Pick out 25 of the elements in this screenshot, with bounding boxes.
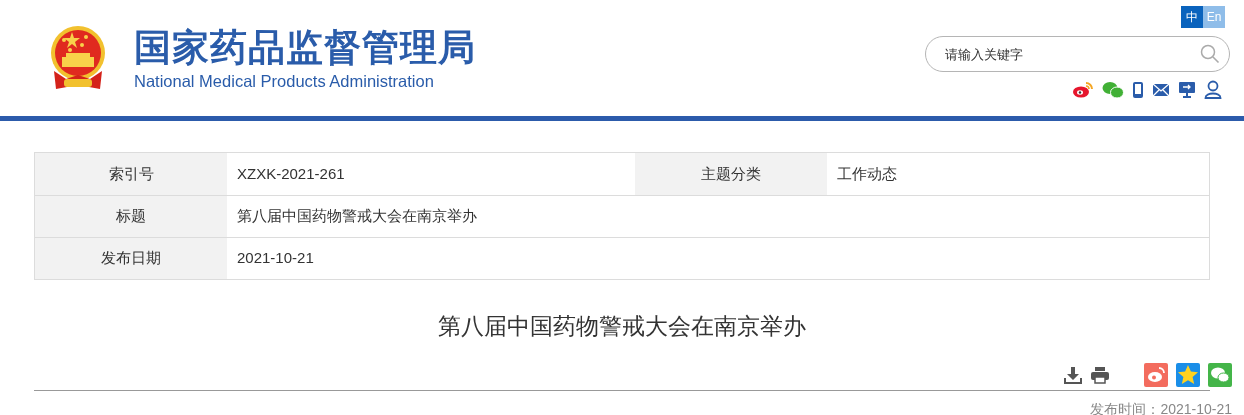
field-label: 标题: [35, 196, 227, 237]
article-title: 第八届中国药物警戒大会在南京举办: [437, 312, 807, 341]
site-subtitle: National Medical Products Administration: [134, 71, 435, 92]
field-value: 2021-10-21: [236, 248, 315, 269]
wechat-share-icon[interactable]: [1208, 363, 1232, 387]
field-value: XZXK-2021-261: [236, 163, 346, 184]
weibo-share-icon[interactable]: [1144, 363, 1168, 387]
field-label: 索引号: [35, 153, 227, 195]
language-tab[interactable]: 中: [1181, 6, 1203, 28]
print-icon[interactable]: [1090, 366, 1110, 384]
field-label: 主题分类: [635, 153, 827, 195]
user-icon[interactable]: [1204, 80, 1222, 99]
download-icon[interactable]: [1064, 366, 1082, 384]
monitor-icon[interactable]: [1178, 80, 1196, 99]
wechat-icon[interactable]: [1102, 80, 1124, 99]
site-title: 国家药品监督管理局: [134, 26, 476, 70]
field-value: 工作动态: [836, 163, 898, 184]
mail-icon[interactable]: [1152, 82, 1170, 97]
publish-time: 发布时间：2021-10-21: [1090, 400, 1232, 415]
field-label: 发布日期: [35, 238, 227, 279]
weibo-icon[interactable]: [1072, 80, 1094, 99]
star-share-icon[interactable]: [1176, 363, 1200, 387]
search-field[interactable]: 请输入关键字: [925, 36, 1230, 72]
field-value: 第八届中国药物警戒大会在南京举办: [236, 206, 478, 227]
mobile-phone-icon[interactable]: [1132, 80, 1144, 99]
